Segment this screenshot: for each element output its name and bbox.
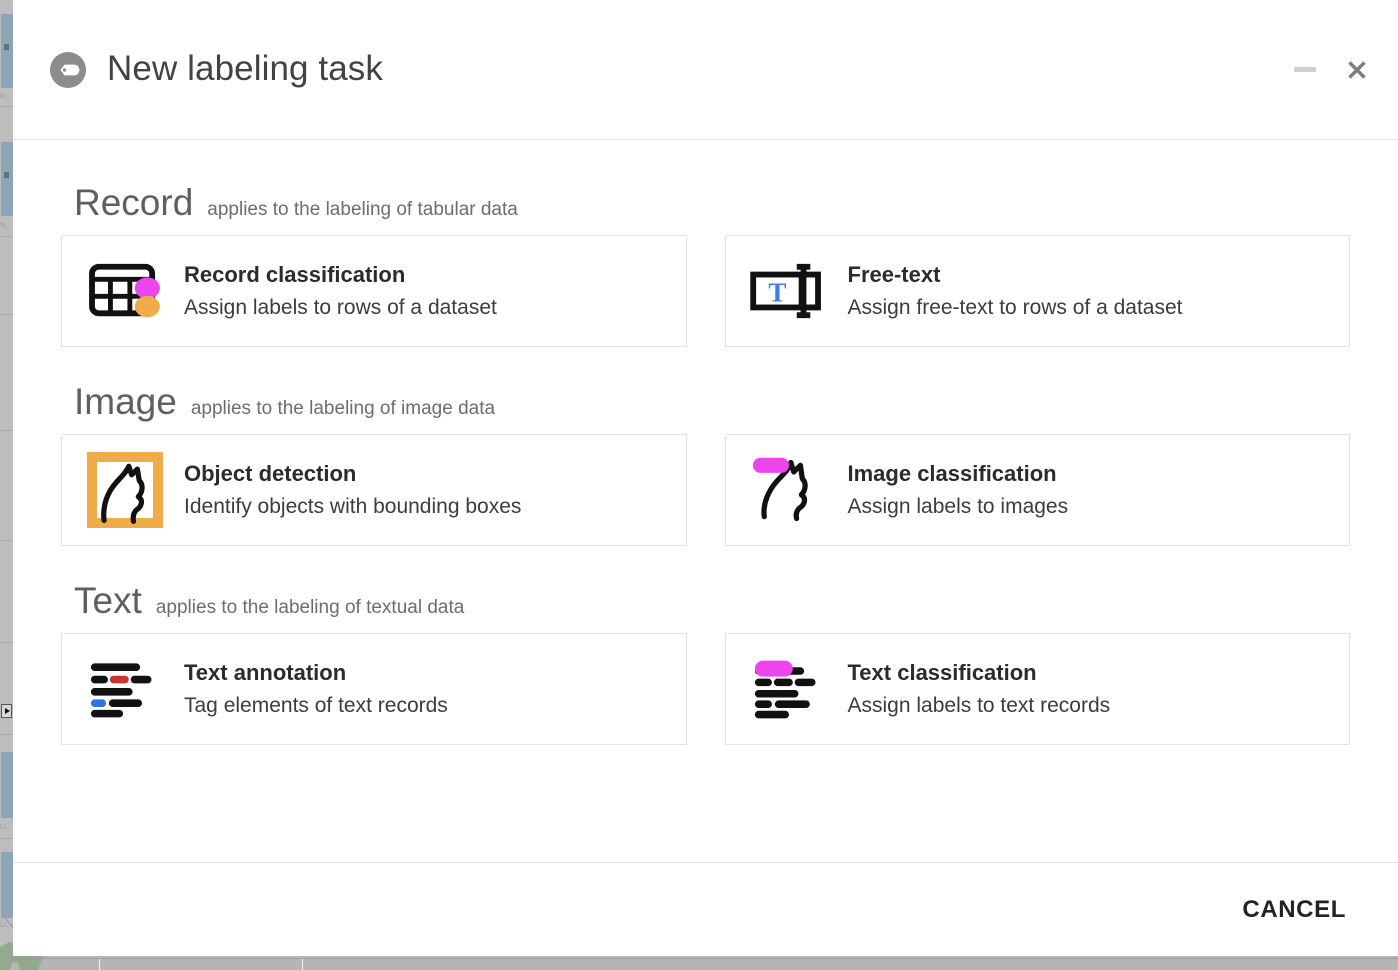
tagged-cat-icon <box>748 449 830 531</box>
task-card-text: Text classification Assign labels to tex… <box>847 660 1111 717</box>
section-image: Image applies to the labeling of image d… <box>61 383 1350 546</box>
task-card-description: Tag elements of text records <box>184 694 448 717</box>
section-record: Record applies to the labeling of tabula… <box>61 184 1350 347</box>
task-card-title: Text annotation <box>184 660 347 685</box>
section-title: Image <box>74 381 177 422</box>
text-cursor-icon: T <box>748 250 830 332</box>
background-divider <box>0 314 13 315</box>
task-card-text-classification[interactable]: Text classification Assign labels to tex… <box>724 633 1350 745</box>
task-card-title: Text classification <box>847 660 1037 685</box>
background-card <box>1 14 13 88</box>
section-image-cards: Object detection Identify objects with b… <box>61 434 1350 546</box>
task-card-description: Assign labels to text records <box>847 694 1111 717</box>
task-card-description: Identify objects with bounding boxes <box>184 495 522 518</box>
task-card-text-annotation[interactable]: Text annotation Tag elements of text rec… <box>61 633 687 745</box>
background-label: ta_ <box>0 93 10 100</box>
bounding-box-cat-icon <box>84 449 166 531</box>
background-label: ta_ <box>0 222 10 229</box>
background-vertical-divider <box>302 959 303 970</box>
background-divider <box>0 540 13 541</box>
dialog-body: Record applies to the labeling of tabula… <box>13 140 1398 862</box>
task-card-description: Assign free-text to rows of a dataset <box>847 296 1183 319</box>
task-card-text: Object detection Identify objects with b… <box>184 461 522 518</box>
background-label: LL <box>0 922 8 929</box>
task-card-title: Record classification <box>184 262 406 287</box>
background-bottom-divider <box>0 958 1398 959</box>
task-card-text: Image classification Assign labels to im… <box>847 461 1069 518</box>
section-text-header: Text applies to the labeling of textual … <box>61 582 1350 619</box>
background-divider <box>0 430 13 431</box>
task-card-text: Free-text Assign free-text to rows of a … <box>847 262 1183 319</box>
section-record-header: Record applies to the labeling of tabula… <box>61 184 1350 221</box>
section-title: Record <box>74 182 194 223</box>
task-card-description: Assign labels to rows of a dataset <box>184 296 497 319</box>
close-button[interactable] <box>1346 59 1368 81</box>
new-labeling-task-dialog: New labeling task Record applies to the … <box>13 0 1398 956</box>
task-card-title: Free-text <box>847 262 941 287</box>
background-card <box>1 752 13 818</box>
section-subtitle: applies to the labeling of textual data <box>155 597 465 618</box>
tagged-lines-icon <box>748 648 830 730</box>
section-subtitle: applies to the labeling of tabular data <box>207 199 518 220</box>
minimize-button[interactable] <box>1294 67 1316 72</box>
section-title: Text <box>74 580 142 621</box>
task-card-free-text[interactable]: T Free-text Assign free-text to rows of … <box>724 235 1350 347</box>
task-card-image-classification[interactable]: Image classification Assign labels to im… <box>724 434 1350 546</box>
background-sidebar-strip: ta_ ta_ LL LL <box>0 0 13 970</box>
task-card-object-detection[interactable]: Object detection Identify objects with b… <box>61 434 687 546</box>
cancel-button[interactable]: CANCEL <box>1238 888 1350 932</box>
background-label: LL <box>0 824 8 831</box>
task-card-text: Record classification Assign labels to r… <box>184 262 497 319</box>
highlighted-lines-icon <box>84 648 166 730</box>
background-marker <box>4 172 9 178</box>
background-vertical-divider <box>99 959 100 970</box>
section-image-header: Image applies to the labeling of image d… <box>61 383 1350 420</box>
section-text-cards: Text annotation Tag elements of text rec… <box>61 633 1350 745</box>
minimize-icon <box>1294 67 1316 72</box>
task-card-text: Text annotation Tag elements of text rec… <box>184 660 448 717</box>
dialog-title: New labeling task <box>107 49 384 89</box>
close-icon <box>1346 59 1368 81</box>
dialog-header: New labeling task <box>13 0 1398 140</box>
task-card-description: Assign labels to images <box>847 495 1069 518</box>
background-card <box>1 852 13 918</box>
tag-circle-icon <box>49 51 87 89</box>
section-subtitle: applies to the labeling of image data <box>190 398 496 419</box>
svg-text:T: T <box>768 278 786 308</box>
background-divider <box>0 642 13 643</box>
section-text: Text applies to the labeling of textual … <box>61 582 1350 745</box>
task-card-record-classification[interactable]: Record classification Assign labels to r… <box>61 235 687 347</box>
background-divider <box>0 236 13 237</box>
task-card-title: Image classification <box>847 461 1057 486</box>
task-card-title: Object detection <box>184 461 357 486</box>
background-divider <box>0 106 13 107</box>
section-record-cards: Record classification Assign labels to r… <box>61 235 1350 347</box>
background-divider <box>0 838 13 839</box>
background-marker <box>4 44 9 50</box>
dialog-footer: CANCEL <box>13 862 1398 956</box>
table-tags-icon <box>84 250 166 332</box>
background-card <box>1 142 13 216</box>
background-divider <box>0 734 13 735</box>
background-play-button[interactable] <box>1 704 12 718</box>
